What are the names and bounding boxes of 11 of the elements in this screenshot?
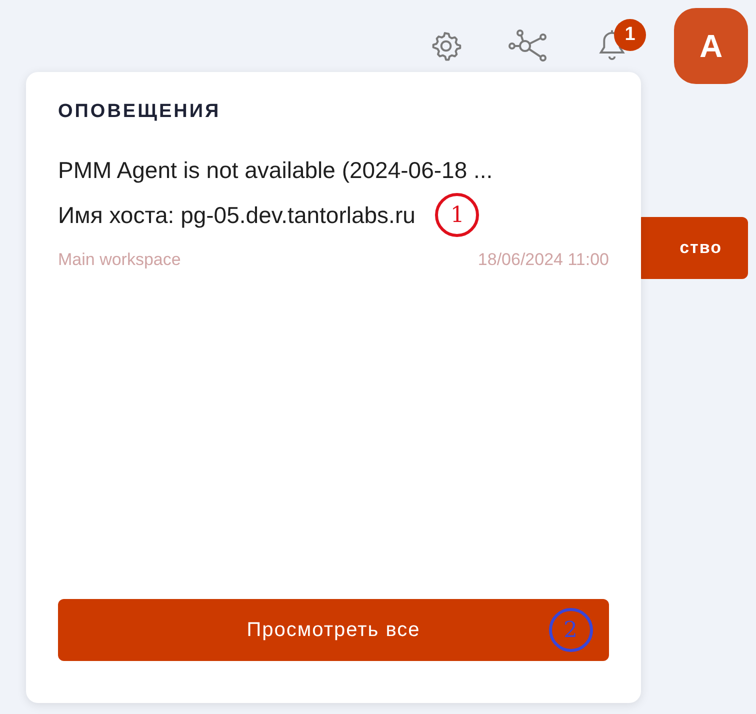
host-name: Имя хоста: pg-05.dev.tantorlabs.ru (58, 200, 416, 230)
settings-icon[interactable] (430, 30, 462, 62)
notification-time: 18/06/2024 11:00 (478, 249, 609, 271)
user-avatar[interactable]: A (674, 8, 748, 84)
view-all-button[interactable]: Просмотреть все 2 (58, 599, 609, 661)
annotation-marker: 2 (549, 608, 593, 652)
panel-title: ОПОВЕЩЕНИЯ (58, 100, 222, 124)
notification-count: 1 (614, 19, 646, 51)
notification-title[interactable]: PMM Agent is not available (2024-06-18 ... (58, 152, 609, 187)
workspace-name: Main workspace (58, 249, 181, 271)
annotation-marker: 1 (435, 193, 480, 237)
